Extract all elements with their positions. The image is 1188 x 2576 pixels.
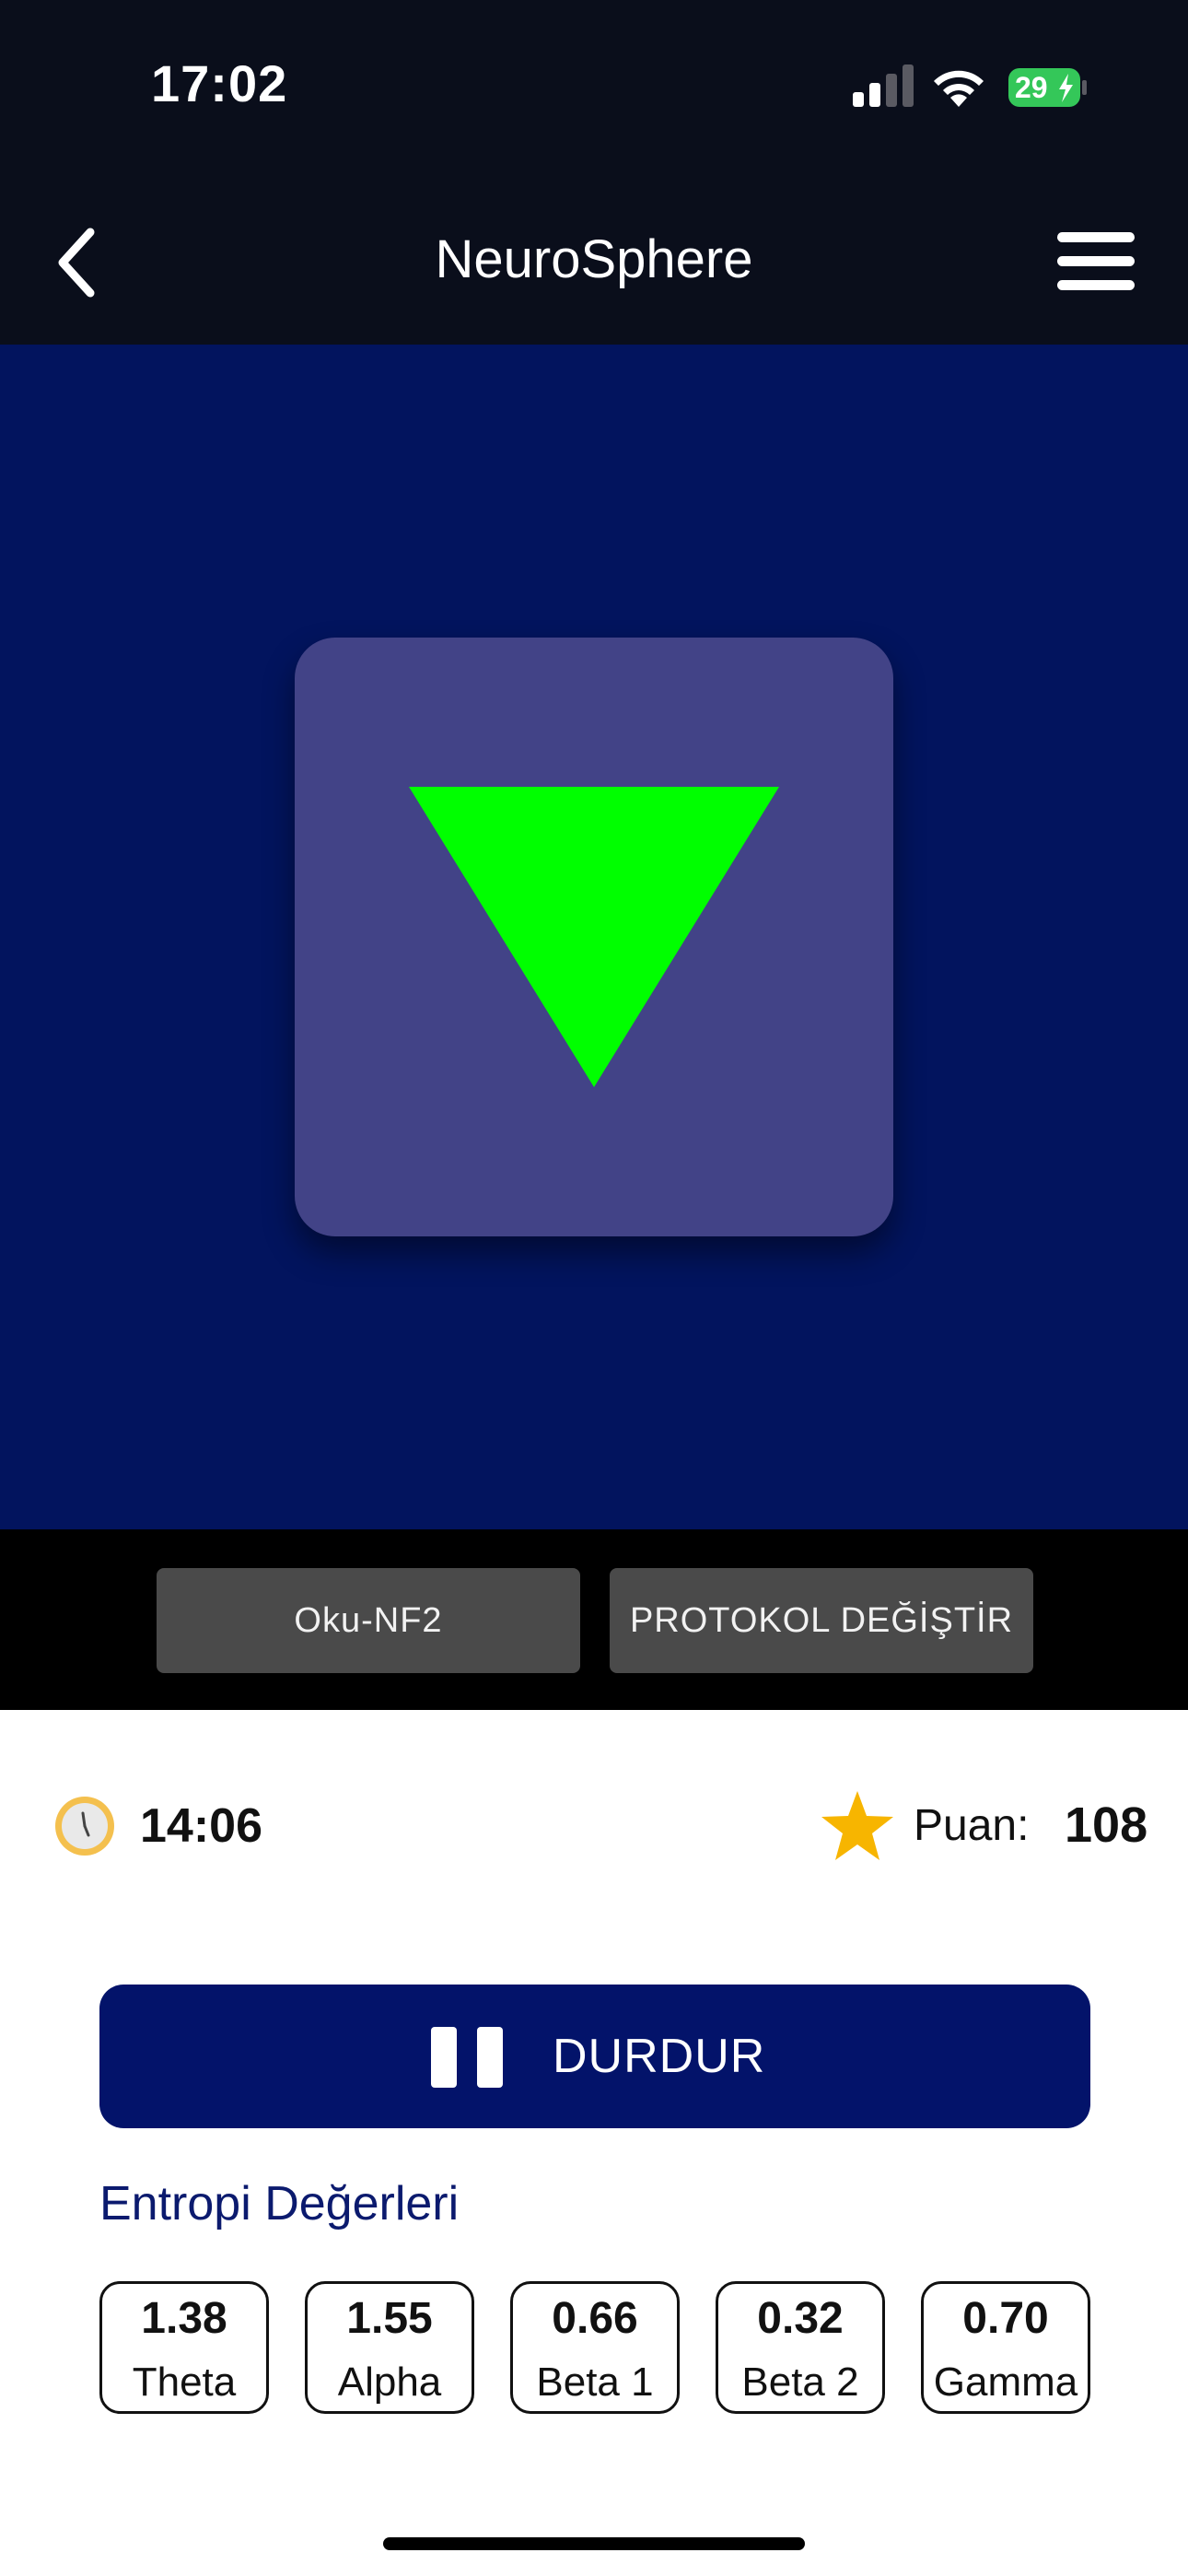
top-bar: 17:02 29 NeuroSphere xyxy=(0,0,1188,345)
stimulus-tile xyxy=(295,638,893,1236)
read-nf2-button[interactable]: Oku-NF2 xyxy=(157,1568,580,1673)
entropy-card-gamma: 0.70 Gamma xyxy=(921,2281,1090,2414)
entropy-label: Beta 2 xyxy=(741,2359,859,2405)
triangle-down-icon xyxy=(409,787,779,1087)
entropy-card-beta2: 0.32 Beta 2 xyxy=(716,2281,885,2414)
cellular-signal-icon xyxy=(853,64,914,107)
entropy-value: 1.38 xyxy=(141,2294,227,2343)
wifi-icon xyxy=(934,70,984,107)
battery-charging-icon: 29 xyxy=(1007,66,1089,109)
entropy-card-alpha: 1.55 Alpha xyxy=(305,2281,474,2414)
home-indicator[interactable] xyxy=(383,2537,805,2550)
change-protocol-button[interactable]: PROTOKOL DEĞİŞTİR xyxy=(610,1568,1033,1673)
hamburger-menu-icon[interactable] xyxy=(1057,232,1135,291)
score-label: Puan: xyxy=(914,1801,1030,1850)
entropy-value: 0.66 xyxy=(552,2294,638,2343)
entropy-value: 0.32 xyxy=(757,2294,844,2343)
entropy-label: Alpha xyxy=(337,2359,442,2405)
status-time: 17:02 xyxy=(151,54,288,112)
entropy-label: Beta 1 xyxy=(536,2359,654,2405)
entropy-card-beta1: 0.66 Beta 1 xyxy=(510,2281,680,2414)
stop-button-label: DURDUR xyxy=(553,2030,766,2083)
pause-icon xyxy=(431,2027,505,2088)
feedback-stage xyxy=(0,345,1188,1529)
entropy-title: Entropi Değerleri xyxy=(99,2177,460,2231)
battery-level: 29 xyxy=(1015,71,1048,104)
score-value: 108 xyxy=(1065,1797,1148,1853)
control-strip: Oku-NF2 PROTOKOL DEĞİŞTİR xyxy=(0,1529,1188,1710)
star-icon xyxy=(821,1791,893,1860)
entropy-card-theta: 1.38 Theta xyxy=(99,2281,269,2414)
entropy-label: Gamma xyxy=(933,2359,1078,2405)
entropy-label: Theta xyxy=(132,2359,237,2405)
entropy-value: 1.55 xyxy=(346,2294,433,2343)
session-timer: 14:06 xyxy=(140,1799,262,1853)
clock-icon xyxy=(55,1797,114,1856)
entropy-value: 0.70 xyxy=(962,2294,1049,2343)
stop-button[interactable]: DURDUR xyxy=(99,1985,1090,2128)
page-title: NeuroSphere xyxy=(435,229,753,289)
